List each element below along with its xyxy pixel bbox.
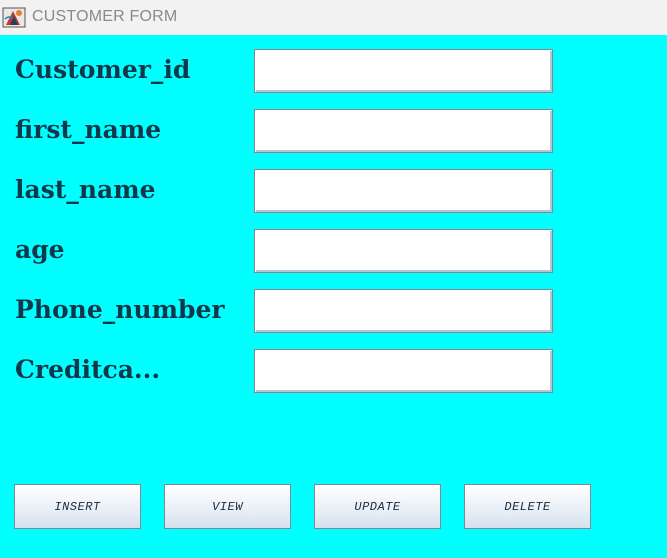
customer-id-input[interactable] [254, 49, 553, 93]
title-bar[interactable]: CUSTOMER FORM [0, 0, 667, 35]
age-input[interactable] [254, 229, 553, 273]
java-app-icon [2, 5, 26, 29]
last-name-label: last_name [15, 175, 156, 204]
age-label: age [15, 235, 65, 264]
first-name-label: first_name [15, 115, 162, 144]
update-button[interactable]: UPDATE [314, 484, 441, 529]
creditcard-input[interactable] [254, 349, 553, 393]
view-button[interactable]: VIEW [164, 484, 291, 529]
field-row-age: age [0, 229, 667, 273]
creditcard-label: Creditca... [15, 355, 161, 384]
last-name-input[interactable] [254, 169, 553, 213]
phone-number-label: Phone_number [15, 295, 225, 324]
customer-id-label: Customer_id [15, 55, 191, 84]
first-name-input[interactable] [254, 109, 553, 153]
field-row-phone-number: Phone_number [0, 289, 667, 333]
field-row-creditcard: Creditca... [0, 349, 667, 393]
delete-button[interactable]: DELETE [464, 484, 591, 529]
insert-button[interactable]: INSERT [14, 484, 141, 529]
field-row-customer-id: Customer_id [0, 49, 667, 93]
form-panel: Customer_id first_name last_name age Pho… [0, 35, 667, 558]
window-title: CUSTOMER FORM [32, 8, 178, 25]
customer-form-window: CUSTOMER FORM Customer_id first_name las… [0, 0, 667, 558]
field-row-last-name: last_name [0, 169, 667, 213]
phone-number-input[interactable] [254, 289, 553, 333]
field-row-first-name: first_name [0, 109, 667, 153]
